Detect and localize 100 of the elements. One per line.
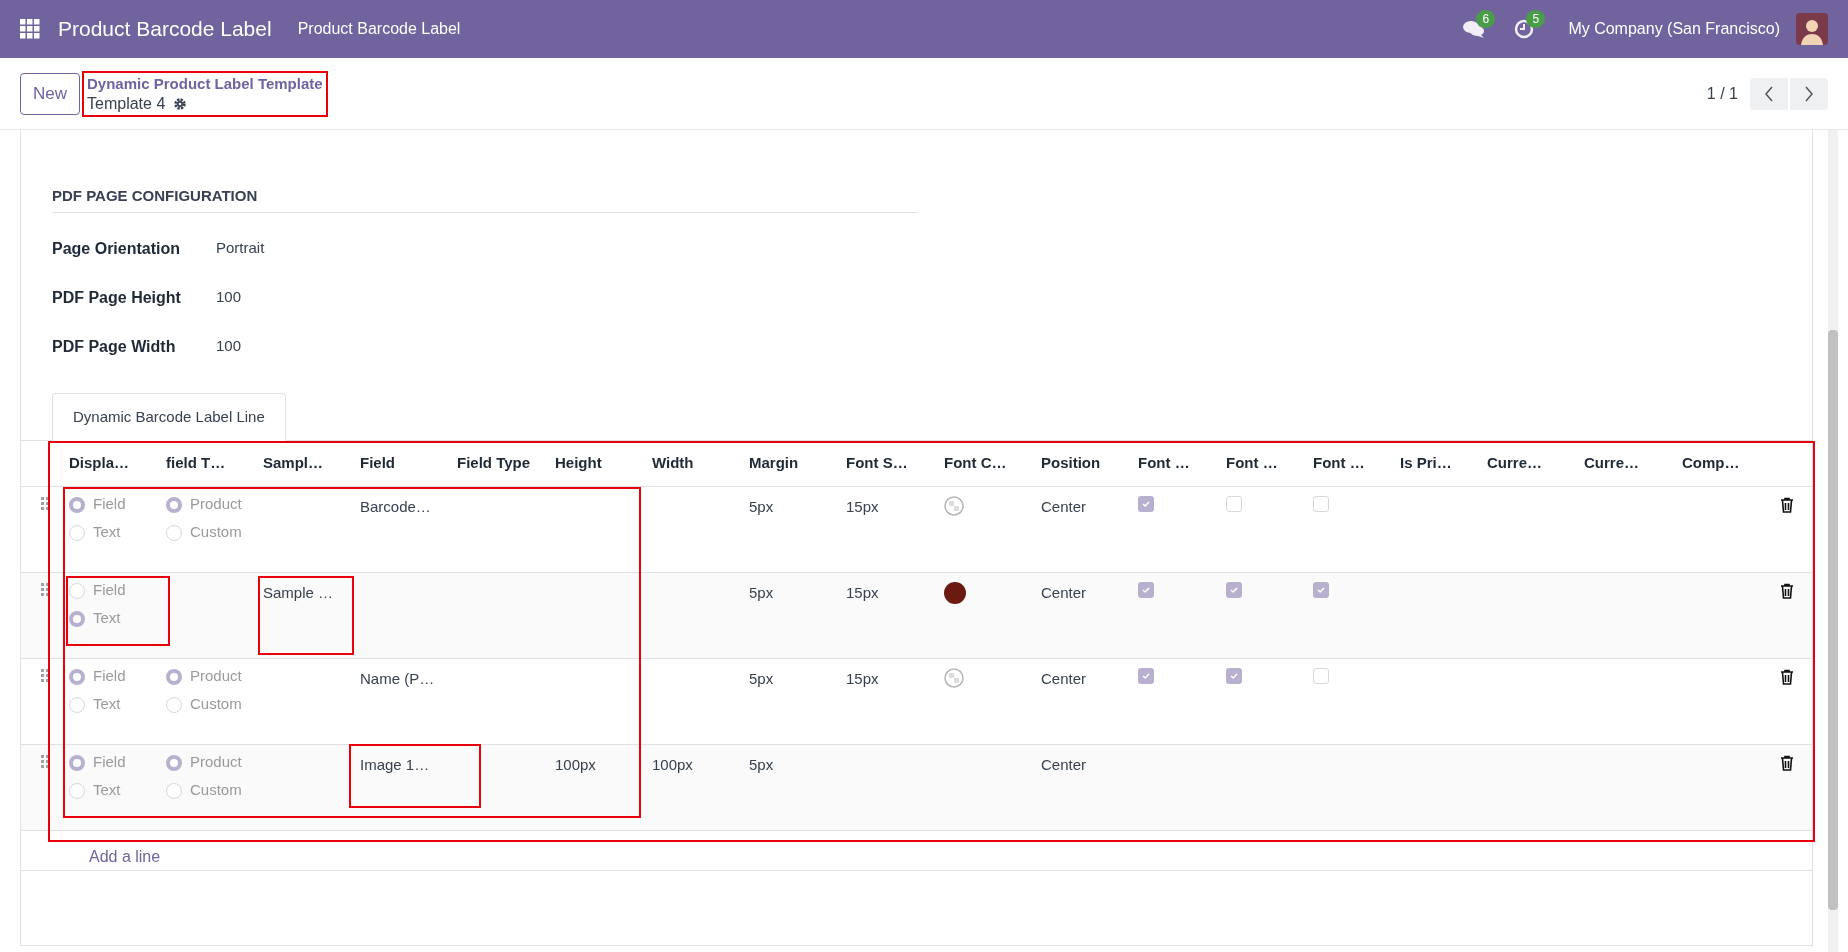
position-cell-text: Center [1041, 668, 1087, 689]
radio-button[interactable] [166, 754, 182, 771]
checkbox[interactable] [1313, 667, 1329, 684]
radio-button[interactable] [166, 668, 182, 685]
trash-icon[interactable] [1779, 754, 1794, 771]
pager-value: 1 / 1 [1706, 83, 1738, 104]
checkbox[interactable] [1138, 495, 1154, 512]
breadcrumb-link[interactable]: Dynamic Product Label Template [87, 73, 323, 94]
column-header[interactable]: Position [1041, 453, 1101, 471]
checkbox[interactable] [1226, 495, 1242, 512]
drag-handle-icon[interactable] [41, 668, 49, 683]
column-header[interactable]: Font S… [846, 453, 908, 471]
radio-button[interactable] [69, 754, 85, 771]
column-header[interactable]: Is Pri… [1400, 453, 1452, 471]
radio-button[interactable] [69, 696, 85, 713]
margin-cell-text: 5px [749, 582, 774, 603]
drag-handle-icon[interactable] [41, 582, 49, 597]
checkbox[interactable] [1138, 581, 1154, 598]
apps-menu-icon[interactable] [20, 19, 40, 39]
menu-item[interactable]: Product Barcode Label [297, 17, 461, 41]
radio-label: Custom [190, 694, 242, 715]
next-button[interactable] [1790, 77, 1828, 110]
radio-label: Field [93, 580, 126, 601]
radio-button[interactable] [166, 496, 182, 513]
record-name: Template 4 [87, 93, 166, 114]
radio-button[interactable] [69, 668, 85, 685]
field-label: Page Orientation [52, 238, 182, 259]
trash-icon[interactable] [1779, 496, 1794, 513]
empty-color-swatch[interactable] [944, 495, 964, 516]
radio-label: Field [93, 752, 126, 773]
company-switcher[interactable]: My Company (San Francisco) [1568, 17, 1780, 41]
radio-button[interactable] [166, 524, 182, 541]
field-cell-text: Image 1… [360, 754, 430, 775]
height-cell-text: 100px [555, 754, 596, 775]
field-cell-text: Name (P… [360, 668, 435, 689]
trash-icon[interactable] [1779, 582, 1794, 599]
margin-cell-text: 5px [749, 754, 774, 775]
trash-icon[interactable] [1779, 668, 1794, 685]
new-button[interactable]: New [20, 72, 80, 115]
sample-text-cell-text: Sample … [263, 582, 334, 603]
field-value: Portrait [216, 238, 265, 259]
column-header[interactable]: Curre… [1487, 453, 1542, 471]
scrollbar-thumb[interactable] [1828, 330, 1838, 910]
checkbox[interactable] [1226, 667, 1242, 684]
settings-icon[interactable] [173, 96, 188, 111]
checkbox[interactable] [1313, 495, 1329, 512]
column-header[interactable]: Font C… [944, 453, 1007, 471]
position-cell-text: Center [1041, 496, 1087, 517]
font-size-cell-text: 15px [846, 668, 879, 689]
radio-label: Text [93, 522, 121, 543]
color-swatch[interactable] [944, 581, 966, 604]
column-header[interactable]: Field [360, 453, 395, 471]
radio-button[interactable] [166, 696, 182, 713]
checkbox[interactable] [1138, 667, 1154, 684]
checkbox[interactable] [1313, 581, 1329, 598]
empty-color-swatch[interactable] [944, 667, 964, 688]
radio-button[interactable] [69, 496, 85, 513]
margin-cell-text: 5px [749, 668, 774, 689]
radio-button[interactable] [69, 610, 85, 627]
column-header[interactable]: Sampl… [263, 453, 323, 471]
field-value: 100 [216, 336, 242, 357]
notification-badge: 5 [1526, 10, 1546, 28]
column-header[interactable]: Displa… [69, 453, 129, 471]
checkbox[interactable] [1226, 581, 1242, 598]
radio-label: Text [93, 780, 121, 801]
section-title: PDF PAGE CONFIGURATION [52, 187, 258, 204]
radio-button[interactable] [69, 582, 85, 599]
font-size-cell-text: 15px [846, 582, 879, 603]
radio-button[interactable] [69, 524, 85, 541]
radio-label: Text [93, 694, 121, 715]
previous-button[interactable] [1750, 77, 1788, 110]
radio-label: Product [190, 666, 242, 687]
column-header[interactable]: Comp… [1682, 453, 1740, 471]
field-cell-text: Barcode… [360, 496, 431, 517]
column-header[interactable]: Font … [1226, 453, 1278, 471]
radio-button[interactable] [69, 782, 85, 799]
add-line-link[interactable]: Add a line [89, 845, 161, 869]
app-title[interactable]: Product Barcode Label [58, 13, 272, 45]
user-avatar[interactable] [1796, 13, 1828, 45]
font-size-cell-text: 15px [846, 496, 879, 517]
column-header[interactable]: Curre… [1584, 453, 1639, 471]
clock-icon[interactable] [1514, 19, 1535, 39]
notebook-tab[interactable]: Dynamic Barcode Label Line [52, 392, 286, 441]
drag-handle-icon[interactable] [41, 754, 49, 769]
radio-label: Product [190, 752, 242, 773]
drag-handle-icon[interactable] [41, 496, 49, 511]
column-header[interactable]: field T… [166, 453, 226, 471]
column-header[interactable]: Font … [1138, 453, 1190, 471]
radio-label: Field [93, 666, 126, 687]
column-header[interactable]: Field Type [457, 453, 531, 471]
radio-label: Product [190, 494, 242, 515]
column-header[interactable]: Width [652, 453, 694, 471]
column-header[interactable]: Margin [749, 453, 799, 471]
column-header[interactable]: Font … [1313, 453, 1365, 471]
margin-cell-text: 5px [749, 496, 774, 517]
radio-label: Field [93, 494, 126, 515]
radio-label: Custom [190, 780, 242, 801]
column-header[interactable]: Height [555, 453, 602, 471]
radio-button[interactable] [166, 782, 182, 799]
position-cell-text: Center [1041, 582, 1087, 603]
